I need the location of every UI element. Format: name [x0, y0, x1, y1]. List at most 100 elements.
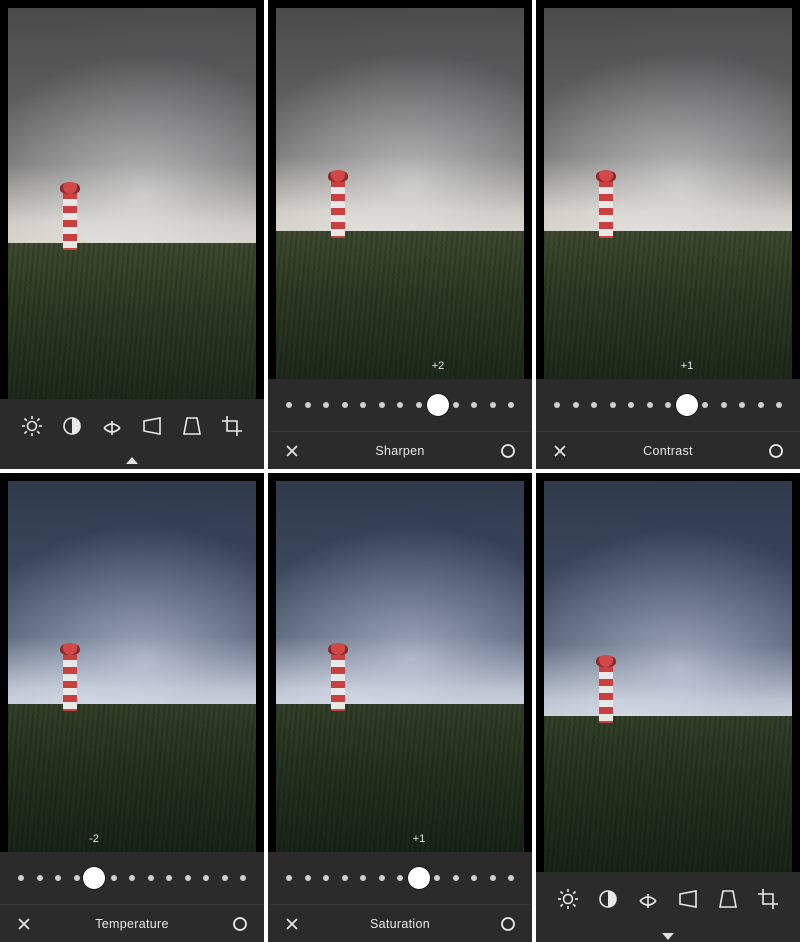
- ground-layer: [8, 704, 256, 852]
- skew-h-tool[interactable]: [136, 411, 168, 443]
- skew-v-tool[interactable]: [176, 411, 208, 443]
- contrast-icon: [60, 414, 84, 441]
- panel-temperature: -2 Temperature: [0, 473, 264, 942]
- skew-h-icon: [676, 887, 700, 914]
- panel-contrast: +1 Contrast: [536, 0, 800, 469]
- panel-sharpen: +2 Sharpen: [268, 0, 532, 469]
- adjust-label: Saturation: [302, 917, 498, 931]
- slider-tick: [490, 402, 496, 408]
- slider-tick: [379, 875, 385, 881]
- slider-tick: [508, 875, 514, 881]
- cancel-button[interactable]: [282, 914, 302, 934]
- slider-knob[interactable]: [427, 394, 449, 416]
- slider-tick: [591, 402, 597, 408]
- slider-tick: [166, 875, 172, 881]
- photo-preview[interactable]: [276, 481, 524, 852]
- skew-h-tool[interactable]: [672, 884, 704, 916]
- ground-layer: [276, 704, 524, 852]
- slider-tick: [490, 875, 496, 881]
- contrast-icon: [596, 887, 620, 914]
- crop-icon: [756, 887, 780, 914]
- slider-value: -2: [89, 833, 99, 845]
- slider-tick: [360, 402, 366, 408]
- photo-preview[interactable]: [8, 8, 256, 399]
- slider-tick: [416, 402, 422, 408]
- slider-value: +1: [681, 360, 694, 372]
- confirm-button[interactable]: [498, 914, 518, 934]
- ground-layer: [544, 231, 792, 379]
- cancel-button[interactable]: [282, 441, 302, 461]
- slider-actions: Sharpen: [268, 431, 532, 469]
- slider-knob[interactable]: [408, 867, 430, 889]
- slider-tick: [305, 875, 311, 881]
- exposure-tool[interactable]: [552, 884, 584, 916]
- adjust-label: Contrast: [570, 444, 766, 458]
- slider-tick: [129, 875, 135, 881]
- slider-tick: [342, 402, 348, 408]
- exposure-icon: [556, 887, 580, 914]
- slider-tick: [610, 402, 616, 408]
- slider-tick: [776, 402, 782, 408]
- slider-tick: [37, 875, 43, 881]
- ground-layer: [276, 231, 524, 379]
- photo-preview[interactable]: [8, 481, 256, 852]
- slider-tick: [573, 402, 579, 408]
- slider-tick: [434, 875, 440, 881]
- crop-tool[interactable]: [216, 411, 248, 443]
- confirm-button[interactable]: [498, 441, 518, 461]
- slider-tick: [111, 875, 117, 881]
- tower-shape: [63, 192, 77, 250]
- skew-v-icon: [716, 887, 740, 914]
- slider-track: [286, 875, 514, 881]
- contrast-tool[interactable]: [56, 411, 88, 443]
- slider-tick: [360, 875, 366, 881]
- confirm-button[interactable]: [230, 914, 250, 934]
- slider-tick: [508, 402, 514, 408]
- skew-v-icon: [180, 414, 204, 441]
- slider-tick: [323, 402, 329, 408]
- slider-tick: [203, 875, 209, 881]
- slider-track: [286, 402, 514, 408]
- adjust-slider[interactable]: +1: [268, 852, 532, 904]
- slider-tick: [74, 875, 80, 881]
- straighten-icon: [100, 414, 124, 441]
- slider-tick: [397, 402, 403, 408]
- photo-preview[interactable]: [276, 8, 524, 379]
- straighten-tool[interactable]: [632, 884, 664, 916]
- slider-tick: [286, 402, 292, 408]
- adjust-slider[interactable]: -2: [0, 852, 264, 904]
- cancel-button[interactable]: [14, 914, 34, 934]
- tower-shape: [331, 653, 345, 711]
- adjust-slider[interactable]: +1: [536, 379, 800, 431]
- tower-shape: [599, 180, 613, 238]
- panel-saturation: +1 Saturation: [268, 473, 532, 942]
- slider-knob[interactable]: [83, 867, 105, 889]
- skew-v-tool[interactable]: [712, 884, 744, 916]
- photo-preview[interactable]: [544, 8, 792, 379]
- cancel-button[interactable]: [550, 441, 570, 461]
- toolbar-caret-down[interactable]: [536, 928, 800, 942]
- slider-knob[interactable]: [676, 394, 698, 416]
- straighten-tool[interactable]: [96, 411, 128, 443]
- slider-tick: [453, 875, 459, 881]
- edit-toolbar: [536, 872, 800, 928]
- confirm-button[interactable]: [766, 441, 786, 461]
- slider-tick: [471, 875, 477, 881]
- crop-tool[interactable]: [752, 884, 784, 916]
- slider-actions: Temperature: [0, 904, 264, 942]
- slider-tick: [739, 402, 745, 408]
- adjust-slider[interactable]: +2: [268, 379, 532, 431]
- slider-tick: [397, 875, 403, 881]
- crop-icon: [220, 414, 244, 441]
- slider-track: [18, 875, 246, 881]
- photo-preview[interactable]: [544, 481, 792, 872]
- toolbar-caret-up[interactable]: [0, 455, 264, 469]
- slider-tick: [721, 402, 727, 408]
- panel-tools-bottom: [536, 473, 800, 942]
- slider-tick: [665, 402, 671, 408]
- slider-tick: [628, 402, 634, 408]
- exposure-tool[interactable]: [16, 411, 48, 443]
- slider-tick: [554, 402, 560, 408]
- contrast-tool[interactable]: [592, 884, 624, 916]
- slider-tick: [647, 402, 653, 408]
